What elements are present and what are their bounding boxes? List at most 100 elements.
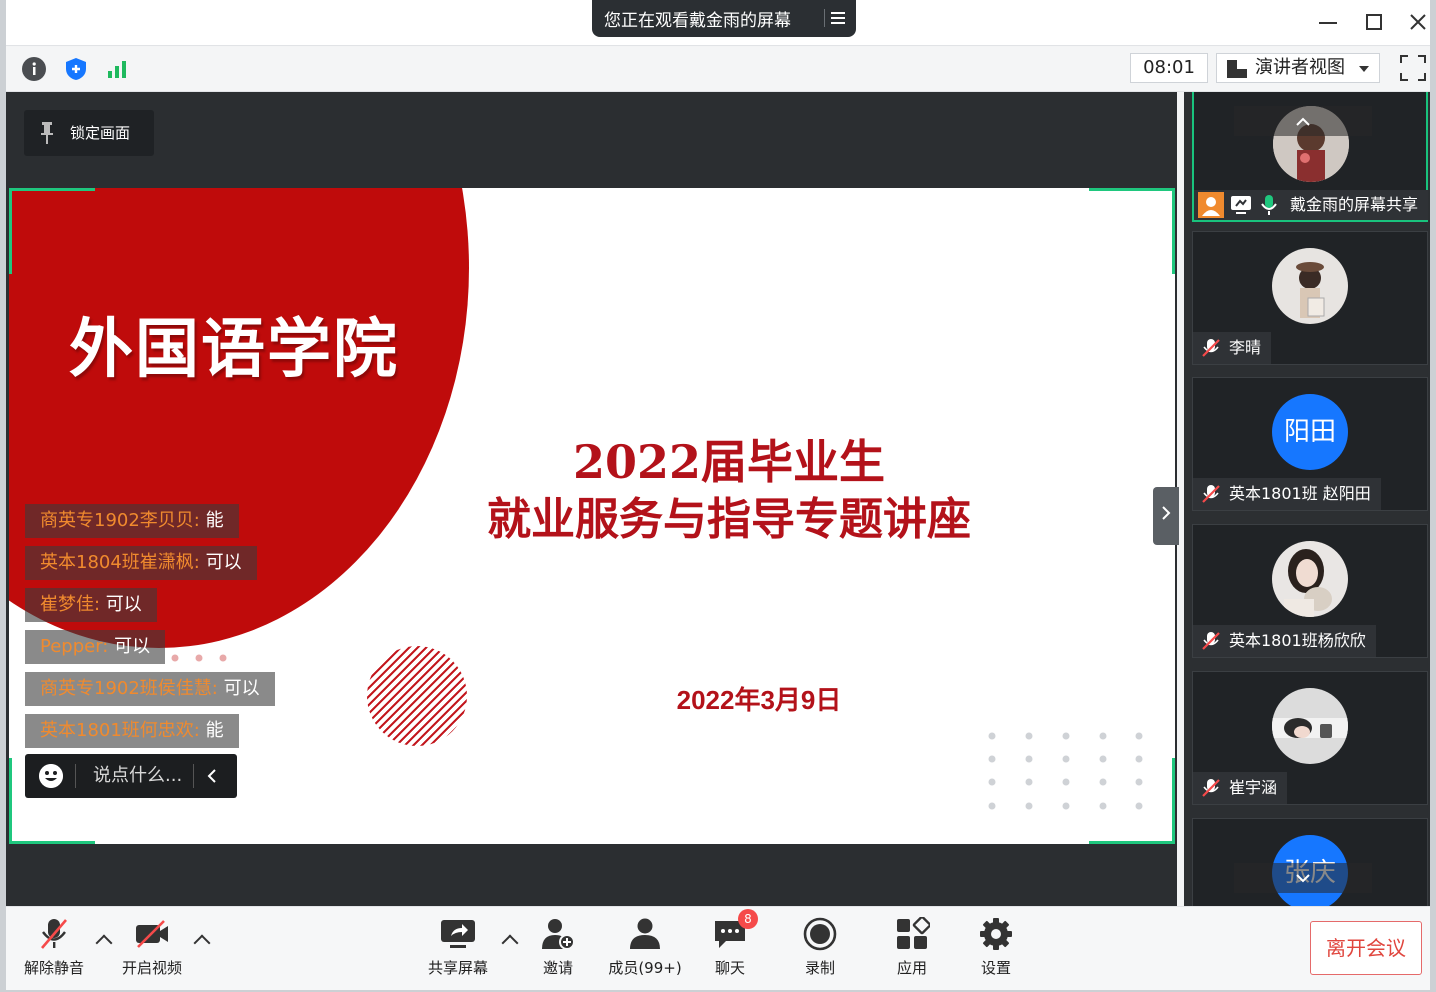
members-icon [630, 918, 660, 949]
view-mode-label: 演讲者视图 [1255, 57, 1345, 78]
chat-sender: 英本1804班崔潇枫: [40, 552, 200, 573]
chevron-down-icon [1296, 874, 1310, 883]
top-toolbar: 08:01 演讲者视图 [6, 47, 1430, 92]
invite-icon [542, 919, 575, 950]
chat-message: 英本1801班何忠欢: 能 [25, 714, 239, 748]
meeting-window: 您正在观看戴金雨的屏幕 08:01 演讲者视图 锁定画面 外国语学院 2022届… [0, 0, 1436, 992]
share-options-chevron-icon[interactable] [501, 934, 519, 952]
chat-message: 商英专1902班侯佳慧: 可以 [25, 672, 275, 706]
minimize-icon [1319, 22, 1337, 24]
invite-button[interactable]: 邀请 [528, 917, 588, 985]
mic-muted-icon [1202, 632, 1220, 650]
speaker-view-icon [1227, 60, 1247, 78]
participant-nametag: 英本1801班 赵阳田 [1193, 478, 1381, 510]
members-button[interactable]: 成员(99+) [602, 917, 688, 985]
record-icon [803, 917, 837, 951]
record-label: 录制 [804, 959, 835, 977]
screen-share-icon [1231, 196, 1251, 214]
close-button[interactable] [1404, 8, 1432, 36]
chat-message: 崔梦佳: 可以 [25, 588, 157, 622]
slide-hatched-circle [367, 646, 467, 746]
mic-muted-icon [1202, 779, 1220, 797]
chat-text: 可以 [100, 594, 142, 615]
participant-nametag: 英本1801班杨欣欣 [1193, 625, 1376, 657]
maximize-icon [1366, 14, 1382, 30]
chat-icon: 8 [712, 909, 758, 951]
avatar: 阳田 [1272, 394, 1348, 470]
share-frame-corner [1089, 188, 1175, 274]
title-bar: 您正在观看戴金雨的屏幕 [6, 0, 1430, 46]
leave-meeting-button[interactable]: 离开会议 [1310, 921, 1422, 975]
participant-tile[interactable]: 阳田 英本1801班 赵阳田 [1192, 377, 1428, 511]
share-screen-label: 共享屏幕 [427, 959, 488, 977]
chat-text: 能 [199, 720, 224, 741]
minimize-button[interactable] [1314, 8, 1342, 36]
mic-on-icon [1261, 195, 1277, 215]
chevron-left-icon[interactable] [205, 768, 219, 784]
share-menu-icon[interactable] [824, 9, 846, 27]
lock-view-label: 锁定画面 [70, 124, 131, 142]
chat-button[interactable]: 8 聊天 [700, 909, 760, 985]
chat-text: 可以 [217, 678, 260, 699]
apps-icon [897, 917, 930, 949]
slide-title: 2022届毕业生 就业服务与指导专题讲座 [429, 433, 1029, 549]
share-screen-button[interactable]: 共享屏幕 [422, 917, 494, 985]
participant-tile[interactable]: 崔宇涵 [1192, 671, 1428, 805]
chat-sender: 英本1801班何忠欢: [40, 720, 200, 741]
chevron-right-icon [1162, 506, 1171, 520]
participant-tile[interactable]: 李晴 [1192, 231, 1428, 365]
close-icon [1410, 14, 1426, 30]
chat-input-placeholder[interactable]: 说点什么... [93, 754, 182, 798]
lock-view-button[interactable]: 锁定画面 [24, 110, 154, 156]
security-shield-icon[interactable] [64, 57, 88, 81]
chat-message: 英本1804班崔潇枫: 可以 [25, 546, 257, 580]
share-screen-icon [441, 920, 475, 948]
members-label: 成员(99+) [608, 959, 682, 977]
video-options-chevron-icon[interactable] [193, 934, 211, 952]
audio-options-chevron-icon[interactable] [95, 934, 113, 952]
chevron-down-icon [1359, 66, 1369, 72]
chat-input-bar[interactable]: 说点什么... [25, 754, 237, 798]
participant-name: 李晴 [1229, 338, 1262, 357]
scroll-down-button[interactable] [1234, 863, 1372, 893]
participant-name: 英本1801班 赵阳田 [1229, 484, 1371, 503]
chat-message: 商英专1902李贝贝: 能 [25, 504, 239, 538]
slide-title-line2: 就业服务与指导专题讲座 [487, 494, 971, 545]
gear-icon [980, 918, 1012, 950]
settings-button[interactable]: 设置 [968, 917, 1024, 985]
slide-date: 2022年3月9日 [676, 685, 842, 715]
mic-muted-icon [41, 919, 67, 949]
start-video-button[interactable]: 开启视频 [116, 917, 188, 985]
signal-strength-icon[interactable] [106, 57, 130, 81]
participant-nametag: 李晴 [1193, 332, 1272, 364]
participant-nametag: 戴金雨的屏幕共享 [1194, 190, 1429, 220]
slide-dot-row [171, 654, 227, 662]
fullscreen-icon[interactable] [1400, 55, 1426, 81]
avatar [1272, 248, 1348, 324]
chat-sender: Pepper: [40, 636, 109, 657]
shared-screen-stage: 锁定画面 外国语学院 2022届毕业生 就业服务与指导专题讲座 2022年3月9… [6, 92, 1179, 906]
scroll-up-button[interactable] [1234, 106, 1372, 136]
participant-video-panel: 戴金雨的屏幕共享 李晴 阳田 英本1801班 赵阳田 英本1801班杨欣欣 崔宇… [1184, 92, 1430, 906]
participant-name: 戴金雨的屏幕共享 [1290, 195, 1419, 214]
meeting-controls-bar: 解除静音 开启视频 共享屏幕 邀请 成员(99+) 8 聊天 录制 应用 设置 … [6, 906, 1430, 990]
share-frame-corner [1089, 758, 1175, 844]
chat-message: Pepper: 可以 [25, 630, 166, 664]
chat-text: 可以 [199, 552, 242, 573]
record-button[interactable]: 录制 [792, 917, 848, 985]
participant-tile[interactable]: 英本1801班杨欣欣 [1192, 524, 1428, 658]
screen-share-notice[interactable]: 您正在观看戴金雨的屏幕 [592, 0, 856, 37]
chat-text: 可以 [108, 636, 151, 657]
chat-text: 能 [199, 510, 224, 531]
start-video-label: 开启视频 [121, 959, 182, 977]
collapse-sidebar-button[interactable] [1153, 487, 1179, 545]
chat-sender: 商英专1902班侯佳慧: [40, 678, 218, 699]
participant-nametag: 崔宇涵 [1193, 772, 1288, 804]
mic-muted-icon [1202, 485, 1220, 503]
emoji-icon[interactable] [39, 764, 63, 788]
apps-button[interactable]: 应用 [884, 917, 940, 985]
info-icon[interactable] [22, 57, 46, 81]
view-mode-dropdown[interactable]: 演讲者视图 [1216, 53, 1380, 83]
maximize-button[interactable] [1360, 8, 1388, 36]
unmute-button[interactable]: 解除静音 [18, 917, 90, 985]
